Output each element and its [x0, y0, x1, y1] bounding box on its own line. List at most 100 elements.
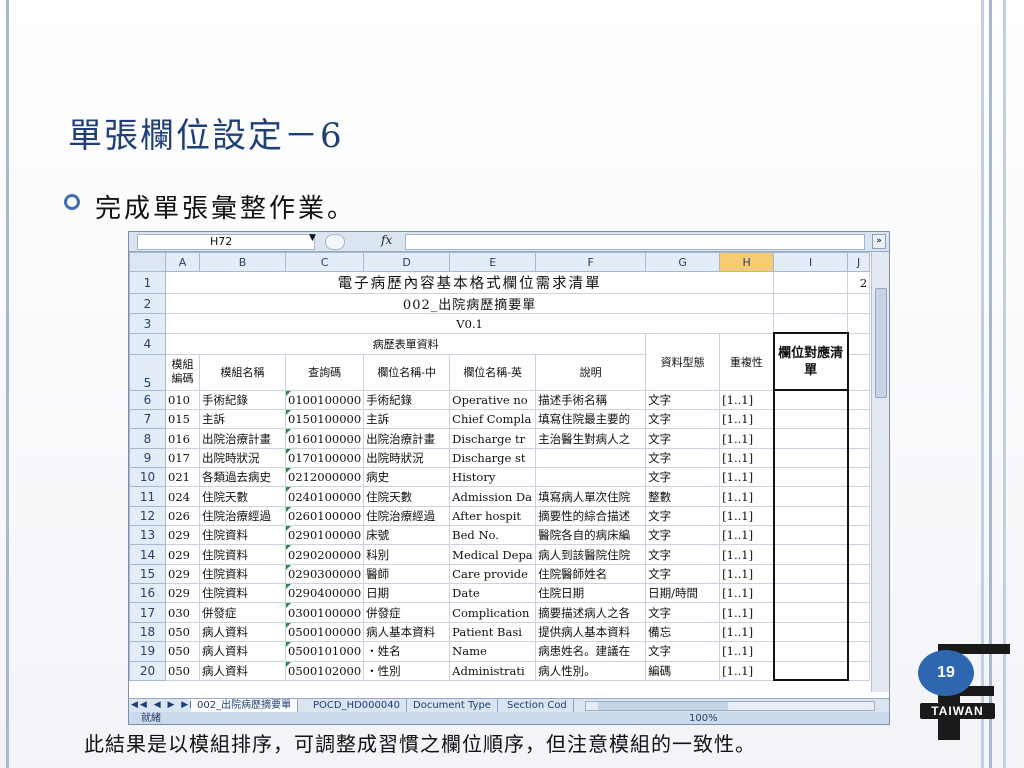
cell-mapping[interactable] — [772, 389, 849, 411]
cell-field-cn[interactable]: 病人基本資料 — [363, 621, 451, 643]
cell-data-type[interactable]: 整數 — [645, 486, 721, 507]
sheet-tab[interactable]: Document Type — [407, 699, 498, 713]
cell-data-type[interactable]: 日期/時間 — [645, 583, 721, 604]
col-header-c[interactable]: C — [284, 251, 365, 273]
cell-desc[interactable]: 主治醫生對病人之 — [535, 428, 647, 449]
cell-desc[interactable]: 摘要描述病人之各 — [535, 602, 647, 623]
cell-query-code[interactable]: 0150100000 — [284, 409, 365, 430]
cell-module-name[interactable]: 住院治療經過 — [199, 505, 286, 527]
cell-module-name[interactable]: 主訴 — [199, 409, 286, 430]
cell-data-type[interactable]: 備忘 — [645, 621, 721, 643]
cell-data-type[interactable]: 文字 — [645, 467, 721, 488]
cell-mapping[interactable] — [772, 486, 849, 507]
cell-repeat[interactable]: [1..1] — [719, 447, 775, 469]
cell[interactable] — [847, 428, 871, 449]
header-data-type[interactable]: 資料型態 — [645, 332, 721, 391]
cell-desc[interactable]: 描述手術名稱 — [535, 389, 647, 411]
cell-data-type[interactable]: 文字 — [645, 409, 721, 430]
cell-desc[interactable]: 病人到該醫院住院 — [535, 544, 647, 565]
row-header[interactable]: 9 — [129, 447, 166, 469]
cell-query-code[interactable]: 0290400000 — [284, 583, 365, 604]
cell-desc[interactable] — [535, 447, 647, 469]
cell-query-code[interactable]: 0212000000 — [284, 467, 365, 488]
cell-field-en[interactable]: Operative no — [449, 389, 537, 411]
cell-module-code[interactable]: 017 — [165, 447, 200, 469]
cell-field-cn[interactable]: 併發症 — [363, 602, 451, 623]
cell-field-en[interactable]: Date — [449, 583, 537, 604]
cell-repeat[interactable]: [1..1] — [719, 563, 775, 585]
row-header[interactable]: 20 — [129, 660, 166, 681]
expand-formula-bar-icon[interactable]: » — [872, 234, 886, 249]
zoom-level[interactable]: 100% — [689, 712, 718, 724]
form-name-cell[interactable]: 002_出院病歷摘要單 — [164, 293, 775, 315]
cell-mapping[interactable] — [772, 544, 849, 565]
cell[interactable] — [847, 353, 871, 391]
cell-query-code[interactable]: 0160100000 — [284, 428, 365, 449]
cell-field-cn[interactable]: 日期 — [363, 583, 451, 604]
cell-query-code[interactable]: 0170100000 — [284, 447, 365, 469]
cell-repeat[interactable]: [1..1] — [719, 621, 775, 643]
cell-repeat[interactable]: [1..1] — [719, 641, 775, 662]
cell-module-name[interactable]: 住院天數 — [199, 486, 286, 507]
cell[interactable] — [847, 641, 871, 662]
col-header-i[interactable]: I — [773, 251, 849, 273]
cell-module-code[interactable]: 029 — [165, 563, 200, 585]
cell-field-cn[interactable]: ・姓名 — [363, 641, 451, 662]
cell[interactable] — [847, 313, 871, 334]
col-header-j[interactable]: J — [847, 251, 871, 273]
cell-repeat[interactable]: [1..1] — [719, 660, 775, 681]
cell-repeat[interactable]: [1..1] — [719, 583, 775, 604]
cell-field-cn[interactable]: 出院治療計畫 — [363, 428, 451, 449]
cell-data-type[interactable]: 文字 — [645, 563, 721, 585]
col-header-h[interactable]: H — [719, 251, 775, 273]
cell-field-en[interactable]: Chief Compla — [449, 409, 537, 430]
sheet-tab[interactable]: POCD_HD000040 — [307, 699, 407, 713]
cell-field-cn[interactable]: 病史 — [363, 467, 451, 488]
cell-mapping[interactable] — [772, 621, 849, 643]
version-cell[interactable]: V0.1 — [164, 313, 775, 334]
cell-mapping[interactable] — [772, 447, 849, 469]
row-header[interactable]: 8 — [129, 428, 166, 449]
cell-module-code[interactable]: 030 — [165, 602, 200, 623]
cell-module-code[interactable]: 029 — [165, 525, 200, 546]
cell-mapping[interactable] — [772, 602, 849, 623]
cell-data-type[interactable]: 文字 — [645, 602, 721, 623]
cell[interactable] — [847, 486, 871, 507]
cell[interactable] — [847, 467, 871, 488]
cell-query-code[interactable]: 0500101000 — [284, 641, 365, 662]
cell-field-en[interactable]: Complication — [449, 602, 537, 623]
cell-field-cn[interactable]: 床號 — [363, 525, 451, 546]
cell-j1[interactable]: 2 — [847, 271, 871, 295]
cell-query-code[interactable]: 0100100000 — [284, 389, 365, 411]
cell-field-en[interactable]: After hospit — [449, 505, 537, 527]
cell-mapping[interactable] — [772, 428, 849, 449]
cell-field-en[interactable]: Discharge tr — [449, 428, 537, 449]
cell-module-name[interactable]: 住院資料 — [199, 563, 286, 585]
row-header[interactable]: 4 — [129, 332, 166, 355]
cell[interactable] — [847, 505, 871, 527]
cell-mapping[interactable] — [772, 409, 849, 430]
cell-desc[interactable]: 摘要性的綜合描述 — [535, 505, 647, 527]
select-all-button[interactable] — [129, 251, 166, 273]
cell[interactable] — [847, 602, 871, 623]
cell-module-name[interactable]: 出院時狀況 — [199, 447, 286, 469]
cell-query-code[interactable]: 0500100000 — [284, 621, 365, 643]
horizontal-scroll-thumb[interactable] — [598, 702, 728, 710]
cell-query-code[interactable]: 0290300000 — [284, 563, 365, 585]
cell-query-code[interactable]: 0300100000 — [284, 602, 365, 623]
cell-desc[interactable]: 病患姓名。建議在 — [535, 641, 647, 662]
cell-query-code[interactable]: 0240100000 — [284, 486, 365, 507]
cell[interactable] — [847, 389, 871, 411]
cell-mapping[interactable] — [772, 525, 849, 546]
cell-data-type[interactable]: 文字 — [645, 641, 721, 662]
cell-field-en[interactable]: Bed No. — [449, 525, 537, 546]
cell-data-type[interactable]: 編碼 — [645, 660, 721, 681]
fx-icon[interactable]: fx — [381, 233, 392, 247]
cell-module-code[interactable]: 016 — [165, 428, 200, 449]
cell-repeat[interactable]: [1..1] — [719, 409, 775, 430]
row-header[interactable]: 5 — [129, 353, 166, 391]
cell-repeat[interactable]: [1..1] — [719, 428, 775, 449]
cell[interactable] — [773, 271, 849, 295]
cell-module-name[interactable]: 併發症 — [199, 602, 286, 623]
cell-repeat[interactable]: [1..1] — [719, 525, 775, 546]
